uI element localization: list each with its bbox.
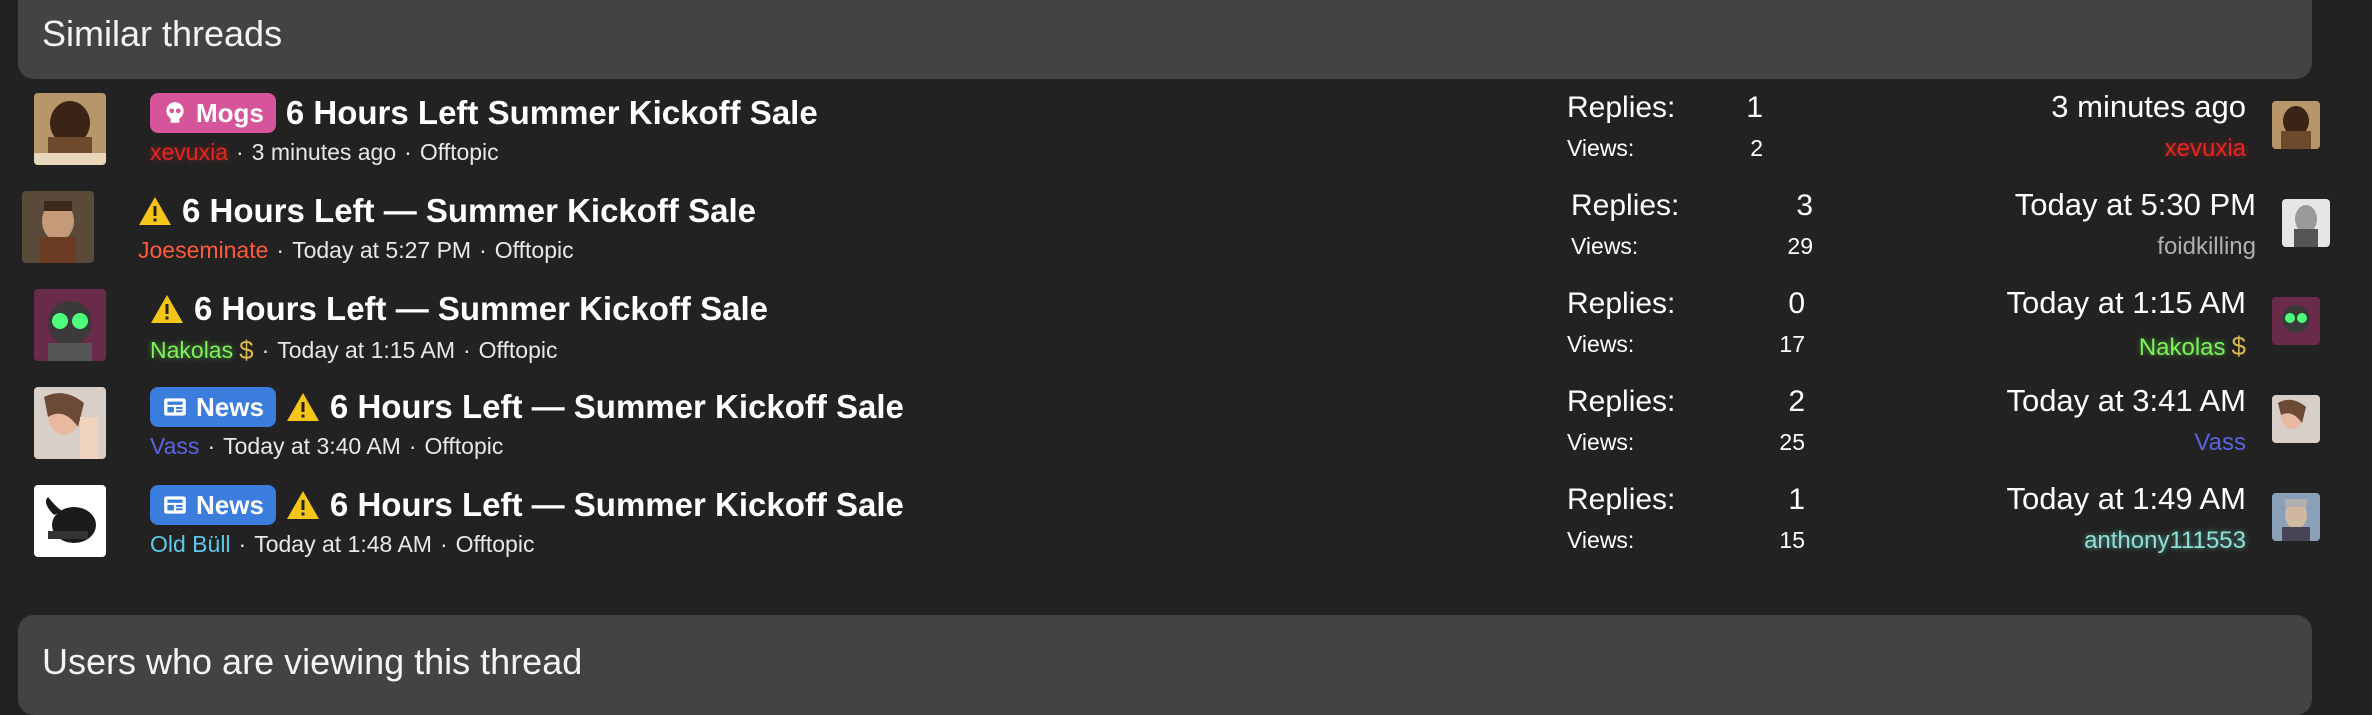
warning-icon (286, 393, 319, 421)
views-label: Views: (1571, 233, 1639, 259)
last-poster-link[interactable]: Nakolas (2139, 334, 2226, 361)
separator: · (235, 139, 244, 165)
views-count: 17 (1779, 331, 1805, 357)
last-post-time[interactable]: Today at 5:30 PM (1856, 187, 2256, 223)
thread-title-link[interactable]: 6 Hours Left — Summer Kickoff Sale (330, 388, 904, 426)
thread-row[interactable]: Mogs 6 Hours Left Summer Kickoff Sale xe… (0, 79, 2372, 177)
last-post-time[interactable]: Today at 1:15 AM (1846, 285, 2246, 321)
replies-count: 1 (1788, 483, 1805, 516)
warning-icon (286, 491, 319, 519)
last-poster-link[interactable]: anthony111553 (1846, 527, 2246, 555)
views-count: 15 (1779, 527, 1805, 553)
author-link[interactable]: xevuxia (150, 139, 228, 166)
last-poster-avatar[interactable] (2272, 297, 2320, 345)
last-poster-link[interactable]: foidkilling (1856, 233, 2256, 261)
separator: · (439, 531, 448, 557)
author-link[interactable]: Vass (150, 433, 199, 460)
author-avatar[interactable] (34, 387, 106, 459)
thread-label-news[interactable]: News (150, 485, 276, 525)
thread-title-link[interactable]: 6 Hours Left — Summer Kickoff Sale (330, 486, 904, 524)
replies-count: 0 (1788, 287, 1805, 320)
post-date[interactable]: Today at 3:40 AM (223, 433, 401, 460)
forum-link[interactable]: Offtopic (495, 237, 574, 264)
viewers-heading: Users who are viewing this thread (18, 615, 2312, 715)
replies-label: Replies: (1567, 287, 1676, 320)
label-text: Mogs (196, 97, 264, 128)
views-label: Views: (1567, 429, 1635, 455)
last-poster-avatar[interactable] (2272, 493, 2320, 541)
separator: · (276, 237, 285, 263)
last-post-time[interactable]: 3 minutes ago (1846, 89, 2246, 125)
author-link[interactable]: Old Büll (150, 531, 231, 558)
views-label: Views: (1567, 527, 1635, 553)
dollar-icon: $ (2231, 331, 2246, 361)
last-poster-avatar[interactable] (2282, 199, 2330, 247)
separator: · (462, 337, 471, 363)
last-post-time[interactable]: Today at 1:49 AM (1846, 481, 2246, 517)
forum-link[interactable]: Offtopic (456, 531, 535, 558)
replies-label: Replies: (1567, 483, 1676, 516)
author-avatar[interactable] (22, 191, 94, 263)
forum-link[interactable]: Offtopic (425, 433, 504, 460)
last-poster-link[interactable]: Vass (1846, 429, 2246, 457)
thread-row[interactable]: 6 Hours Left — Summer Kickoff Sale Joese… (0, 177, 2372, 275)
last-poster-link[interactable]: xevuxia (1846, 135, 2246, 163)
thread-title-link[interactable]: 6 Hours Left Summer Kickoff Sale (286, 94, 818, 132)
views-label: Views: (1567, 135, 1635, 161)
author-link[interactable]: Joeseminate (138, 237, 268, 264)
last-post-time[interactable]: Today at 3:41 AM (1846, 383, 2246, 419)
newspaper-icon (164, 398, 186, 416)
thread-title-link[interactable]: 6 Hours Left — Summer Kickoff Sale (194, 290, 768, 328)
thread-row[interactable]: News 6 Hours Left — Summer Kickoff Sale … (0, 471, 2372, 569)
replies-label: Replies: (1571, 189, 1680, 222)
similar-threads-heading: Similar threads (18, 0, 2312, 79)
replies-count: 1 (1746, 91, 1763, 124)
views-count: 25 (1779, 429, 1805, 455)
separator: · (261, 337, 270, 363)
author-avatar[interactable] (34, 485, 106, 557)
author-avatar[interactable] (34, 93, 106, 165)
post-date[interactable]: Today at 5:27 PM (292, 237, 471, 264)
similar-threads-list: Mogs 6 Hours Left Summer Kickoff Sale xe… (0, 79, 2372, 569)
label-text: News (196, 489, 264, 520)
separator: · (408, 433, 417, 459)
skull-icon (166, 102, 184, 123)
warning-icon (151, 295, 183, 323)
author-link[interactable]: Nakolas (150, 337, 233, 364)
newspaper-icon (164, 496, 186, 514)
post-date[interactable]: Today at 1:48 AM (254, 531, 432, 558)
separator: · (238, 531, 247, 557)
views-count: 2 (1750, 135, 1763, 161)
forum-link[interactable]: Offtopic (479, 337, 558, 364)
replies-label: Replies: (1567, 385, 1676, 418)
label-text: News (196, 391, 264, 422)
thread-label-news[interactable]: News (150, 387, 276, 427)
last-poster-info: Nakolas $ (1846, 331, 2246, 362)
warning-icon (139, 197, 171, 225)
author-avatar[interactable] (34, 289, 106, 361)
forum-link[interactable]: Offtopic (420, 139, 499, 166)
replies-count: 2 (1788, 385, 1805, 418)
last-poster-avatar[interactable] (2272, 101, 2320, 149)
separator: · (404, 139, 412, 165)
post-date[interactable]: Today at 1:15 AM (277, 337, 455, 364)
thread-label-mogs[interactable]: Mogs (150, 93, 276, 133)
last-poster-avatar[interactable] (2272, 395, 2320, 443)
separator: · (207, 433, 216, 459)
replies-count: 3 (1796, 189, 1813, 222)
separator: · (479, 237, 487, 263)
views-label: Views: (1567, 331, 1635, 357)
thread-row[interactable]: 6 Hours Left — Summer Kickoff Sale Nakol… (0, 275, 2372, 373)
post-date[interactable]: 3 minutes ago (252, 139, 396, 166)
thread-title-link[interactable]: 6 Hours Left — Summer Kickoff Sale (182, 192, 756, 230)
dollar-icon: $ (239, 335, 254, 365)
views-count: 29 (1787, 233, 1813, 259)
thread-row[interactable]: News 6 Hours Left — Summer Kickoff Sale … (0, 373, 2372, 471)
replies-label: Replies: (1567, 91, 1676, 124)
